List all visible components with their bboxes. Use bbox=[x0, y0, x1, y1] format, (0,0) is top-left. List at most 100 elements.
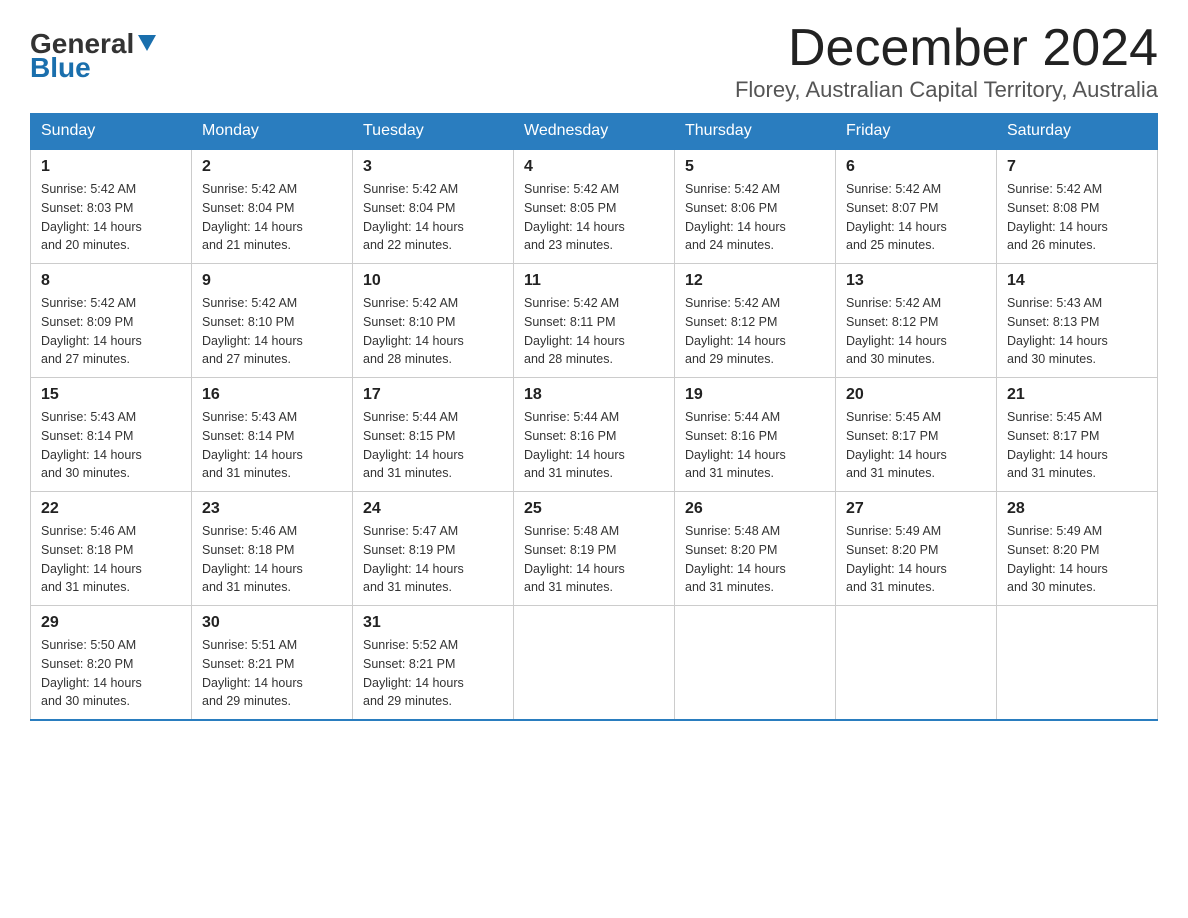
day-number: 30 bbox=[202, 614, 342, 632]
day-info: Sunrise: 5:42 AMSunset: 8:04 PMDaylight:… bbox=[202, 182, 303, 252]
table-row: 16 Sunrise: 5:43 AMSunset: 8:14 PMDaylig… bbox=[192, 378, 353, 492]
logo-blue-text: Blue bbox=[30, 54, 91, 82]
day-info: Sunrise: 5:44 AMSunset: 8:16 PMDaylight:… bbox=[524, 410, 625, 480]
table-row: 14 Sunrise: 5:43 AMSunset: 8:13 PMDaylig… bbox=[997, 264, 1158, 378]
table-row: 1 Sunrise: 5:42 AMSunset: 8:03 PMDayligh… bbox=[31, 149, 192, 264]
day-number: 8 bbox=[41, 272, 181, 290]
day-info: Sunrise: 5:42 AMSunset: 8:08 PMDaylight:… bbox=[1007, 182, 1108, 252]
table-row: 3 Sunrise: 5:42 AMSunset: 8:04 PMDayligh… bbox=[353, 149, 514, 264]
day-info: Sunrise: 5:42 AMSunset: 8:11 PMDaylight:… bbox=[524, 296, 625, 366]
day-info: Sunrise: 5:45 AMSunset: 8:17 PMDaylight:… bbox=[846, 410, 947, 480]
table-row: 28 Sunrise: 5:49 AMSunset: 8:20 PMDaylig… bbox=[997, 492, 1158, 606]
day-info: Sunrise: 5:47 AMSunset: 8:19 PMDaylight:… bbox=[363, 524, 464, 594]
table-row: 8 Sunrise: 5:42 AMSunset: 8:09 PMDayligh… bbox=[31, 264, 192, 378]
day-number: 19 bbox=[685, 386, 825, 404]
day-info: Sunrise: 5:43 AMSunset: 8:13 PMDaylight:… bbox=[1007, 296, 1108, 366]
month-title: December 2024 bbox=[735, 20, 1158, 77]
day-number: 4 bbox=[524, 158, 664, 176]
calendar-week-row: 8 Sunrise: 5:42 AMSunset: 8:09 PMDayligh… bbox=[31, 264, 1158, 378]
day-number: 22 bbox=[41, 500, 181, 518]
day-info: Sunrise: 5:49 AMSunset: 8:20 PMDaylight:… bbox=[1007, 524, 1108, 594]
day-info: Sunrise: 5:48 AMSunset: 8:20 PMDaylight:… bbox=[685, 524, 786, 594]
day-info: Sunrise: 5:52 AMSunset: 8:21 PMDaylight:… bbox=[363, 638, 464, 708]
table-row bbox=[997, 606, 1158, 721]
table-row bbox=[675, 606, 836, 721]
col-tuesday: Tuesday bbox=[353, 114, 514, 150]
day-number: 3 bbox=[363, 158, 503, 176]
day-info: Sunrise: 5:50 AMSunset: 8:20 PMDaylight:… bbox=[41, 638, 142, 708]
calendar-week-row: 1 Sunrise: 5:42 AMSunset: 8:03 PMDayligh… bbox=[31, 149, 1158, 264]
day-number: 2 bbox=[202, 158, 342, 176]
col-monday: Monday bbox=[192, 114, 353, 150]
day-number: 1 bbox=[41, 158, 181, 176]
col-sunday: Sunday bbox=[31, 114, 192, 150]
table-row: 25 Sunrise: 5:48 AMSunset: 8:19 PMDaylig… bbox=[514, 492, 675, 606]
table-row: 18 Sunrise: 5:44 AMSunset: 8:16 PMDaylig… bbox=[514, 378, 675, 492]
table-row: 15 Sunrise: 5:43 AMSunset: 8:14 PMDaylig… bbox=[31, 378, 192, 492]
table-row: 12 Sunrise: 5:42 AMSunset: 8:12 PMDaylig… bbox=[675, 264, 836, 378]
day-info: Sunrise: 5:43 AMSunset: 8:14 PMDaylight:… bbox=[202, 410, 303, 480]
table-row: 26 Sunrise: 5:48 AMSunset: 8:20 PMDaylig… bbox=[675, 492, 836, 606]
day-number: 9 bbox=[202, 272, 342, 290]
table-row: 20 Sunrise: 5:45 AMSunset: 8:17 PMDaylig… bbox=[836, 378, 997, 492]
day-info: Sunrise: 5:51 AMSunset: 8:21 PMDaylight:… bbox=[202, 638, 303, 708]
day-info: Sunrise: 5:45 AMSunset: 8:17 PMDaylight:… bbox=[1007, 410, 1108, 480]
day-info: Sunrise: 5:42 AMSunset: 8:04 PMDaylight:… bbox=[363, 182, 464, 252]
table-row: 9 Sunrise: 5:42 AMSunset: 8:10 PMDayligh… bbox=[192, 264, 353, 378]
day-number: 24 bbox=[363, 500, 503, 518]
day-number: 5 bbox=[685, 158, 825, 176]
table-row: 6 Sunrise: 5:42 AMSunset: 8:07 PMDayligh… bbox=[836, 149, 997, 264]
title-area: December 2024 Florey, Australian Capital… bbox=[735, 20, 1158, 103]
col-saturday: Saturday bbox=[997, 114, 1158, 150]
table-row: 10 Sunrise: 5:42 AMSunset: 8:10 PMDaylig… bbox=[353, 264, 514, 378]
day-info: Sunrise: 5:42 AMSunset: 8:12 PMDaylight:… bbox=[846, 296, 947, 366]
table-row bbox=[836, 606, 997, 721]
table-row: 29 Sunrise: 5:50 AMSunset: 8:20 PMDaylig… bbox=[31, 606, 192, 721]
day-number: 29 bbox=[41, 614, 181, 632]
day-number: 23 bbox=[202, 500, 342, 518]
day-info: Sunrise: 5:49 AMSunset: 8:20 PMDaylight:… bbox=[846, 524, 947, 594]
table-row: 19 Sunrise: 5:44 AMSunset: 8:16 PMDaylig… bbox=[675, 378, 836, 492]
table-row: 30 Sunrise: 5:51 AMSunset: 8:21 PMDaylig… bbox=[192, 606, 353, 721]
day-number: 14 bbox=[1007, 272, 1147, 290]
day-info: Sunrise: 5:42 AMSunset: 8:03 PMDaylight:… bbox=[41, 182, 142, 252]
table-row: 21 Sunrise: 5:45 AMSunset: 8:17 PMDaylig… bbox=[997, 378, 1158, 492]
page-header: General Blue December 2024 Florey, Austr… bbox=[30, 20, 1158, 103]
table-row: 27 Sunrise: 5:49 AMSunset: 8:20 PMDaylig… bbox=[836, 492, 997, 606]
table-row: 2 Sunrise: 5:42 AMSunset: 8:04 PMDayligh… bbox=[192, 149, 353, 264]
day-number: 18 bbox=[524, 386, 664, 404]
day-number: 27 bbox=[846, 500, 986, 518]
day-number: 16 bbox=[202, 386, 342, 404]
day-info: Sunrise: 5:42 AMSunset: 8:06 PMDaylight:… bbox=[685, 182, 786, 252]
day-info: Sunrise: 5:42 AMSunset: 8:10 PMDaylight:… bbox=[202, 296, 303, 366]
table-row: 11 Sunrise: 5:42 AMSunset: 8:11 PMDaylig… bbox=[514, 264, 675, 378]
day-info: Sunrise: 5:44 AMSunset: 8:15 PMDaylight:… bbox=[363, 410, 464, 480]
day-info: Sunrise: 5:42 AMSunset: 8:12 PMDaylight:… bbox=[685, 296, 786, 366]
day-number: 15 bbox=[41, 386, 181, 404]
day-number: 12 bbox=[685, 272, 825, 290]
day-info: Sunrise: 5:44 AMSunset: 8:16 PMDaylight:… bbox=[685, 410, 786, 480]
header-row: Sunday Monday Tuesday Wednesday Thursday… bbox=[31, 114, 1158, 150]
day-number: 25 bbox=[524, 500, 664, 518]
col-friday: Friday bbox=[836, 114, 997, 150]
day-number: 17 bbox=[363, 386, 503, 404]
table-row: 23 Sunrise: 5:46 AMSunset: 8:18 PMDaylig… bbox=[192, 492, 353, 606]
day-info: Sunrise: 5:42 AMSunset: 8:07 PMDaylight:… bbox=[846, 182, 947, 252]
day-info: Sunrise: 5:43 AMSunset: 8:14 PMDaylight:… bbox=[41, 410, 142, 480]
day-info: Sunrise: 5:48 AMSunset: 8:19 PMDaylight:… bbox=[524, 524, 625, 594]
col-thursday: Thursday bbox=[675, 114, 836, 150]
calendar-table: Sunday Monday Tuesday Wednesday Thursday… bbox=[30, 113, 1158, 721]
day-number: 10 bbox=[363, 272, 503, 290]
day-number: 31 bbox=[363, 614, 503, 632]
table-row: 5 Sunrise: 5:42 AMSunset: 8:06 PMDayligh… bbox=[675, 149, 836, 264]
day-info: Sunrise: 5:42 AMSunset: 8:05 PMDaylight:… bbox=[524, 182, 625, 252]
table-row: 13 Sunrise: 5:42 AMSunset: 8:12 PMDaylig… bbox=[836, 264, 997, 378]
table-row: 7 Sunrise: 5:42 AMSunset: 8:08 PMDayligh… bbox=[997, 149, 1158, 264]
table-row: 17 Sunrise: 5:44 AMSunset: 8:15 PMDaylig… bbox=[353, 378, 514, 492]
day-number: 6 bbox=[846, 158, 986, 176]
calendar-week-row: 22 Sunrise: 5:46 AMSunset: 8:18 PMDaylig… bbox=[31, 492, 1158, 606]
day-info: Sunrise: 5:42 AMSunset: 8:09 PMDaylight:… bbox=[41, 296, 142, 366]
location-title: Florey, Australian Capital Territory, Au… bbox=[735, 77, 1158, 103]
day-number: 21 bbox=[1007, 386, 1147, 404]
table-row bbox=[514, 606, 675, 721]
